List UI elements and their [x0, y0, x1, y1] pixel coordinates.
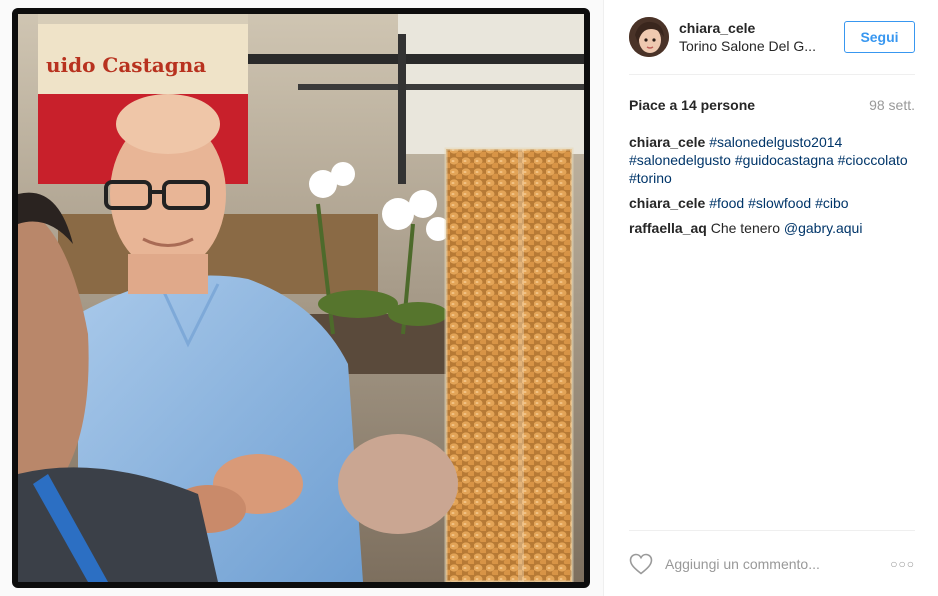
comment-author[interactable]: chiara_cele	[629, 195, 705, 211]
hashtag-link[interactable]: #cibo	[815, 195, 848, 211]
sign-text: uido Castagna	[46, 53, 206, 77]
follow-button[interactable]: Segui	[844, 21, 915, 53]
post-header: chiara_cele Torino Salone Del G... Segui	[629, 0, 915, 75]
comment: chiara_cele #food #slowfood #cibo	[629, 194, 915, 212]
hashtag-link[interactable]: #torino	[629, 170, 672, 186]
post-age[interactable]: 98 sett.	[869, 97, 915, 113]
comment-author[interactable]: raffaella_aq	[629, 220, 707, 236]
photo-illustration: uido Castagna	[18, 14, 584, 582]
heart-icon[interactable]	[629, 553, 653, 575]
comments-list: chiara_cele #salonedelgusto2014 #saloned…	[629, 133, 915, 237]
comment-bar: ○○○	[629, 530, 915, 596]
comment-author[interactable]: chiara_cele	[629, 134, 705, 150]
hashtag-link[interactable]: #food	[709, 195, 744, 211]
comment: raffaella_aq Che tenero @gabry.aqui	[629, 219, 915, 237]
more-options-icon[interactable]: ○○○	[889, 557, 915, 571]
avatar-image	[629, 17, 669, 57]
photo-pane: uido Castagna	[0, 0, 603, 596]
mention-link[interactable]: @gabry.aqui	[784, 220, 863, 236]
author-username[interactable]: chiara_cele	[679, 19, 844, 37]
post-photo[interactable]: uido Castagna	[12, 8, 590, 588]
add-comment-input[interactable]	[665, 555, 889, 572]
likes-row: Piace a 14 persone 98 sett.	[629, 97, 915, 113]
comment-text: Che tenero	[710, 220, 780, 236]
author-info: chiara_cele Torino Salone Del G...	[679, 19, 844, 55]
hashtag-link[interactable]: #salonedelgusto	[629, 152, 731, 168]
instagram-post: uido Castagna chiara_cele Torino Salone …	[0, 0, 938, 596]
post-location[interactable]: Torino Salone Del G...	[679, 37, 829, 55]
hashtag-link[interactable]: #slowfood	[748, 195, 811, 211]
comment: chiara_cele #salonedelgusto2014 #saloned…	[629, 133, 915, 187]
hashtag-link[interactable]: #guidocastagna	[735, 152, 834, 168]
post-side-panel: chiara_cele Torino Salone Del G... Segui…	[603, 0, 938, 596]
hashtag-link[interactable]: #cioccolato	[838, 152, 908, 168]
avatar[interactable]	[629, 17, 669, 57]
likes-count[interactable]: Piace a 14 persone	[629, 97, 755, 113]
hashtag-link[interactable]: #salonedelgusto2014	[709, 134, 842, 150]
